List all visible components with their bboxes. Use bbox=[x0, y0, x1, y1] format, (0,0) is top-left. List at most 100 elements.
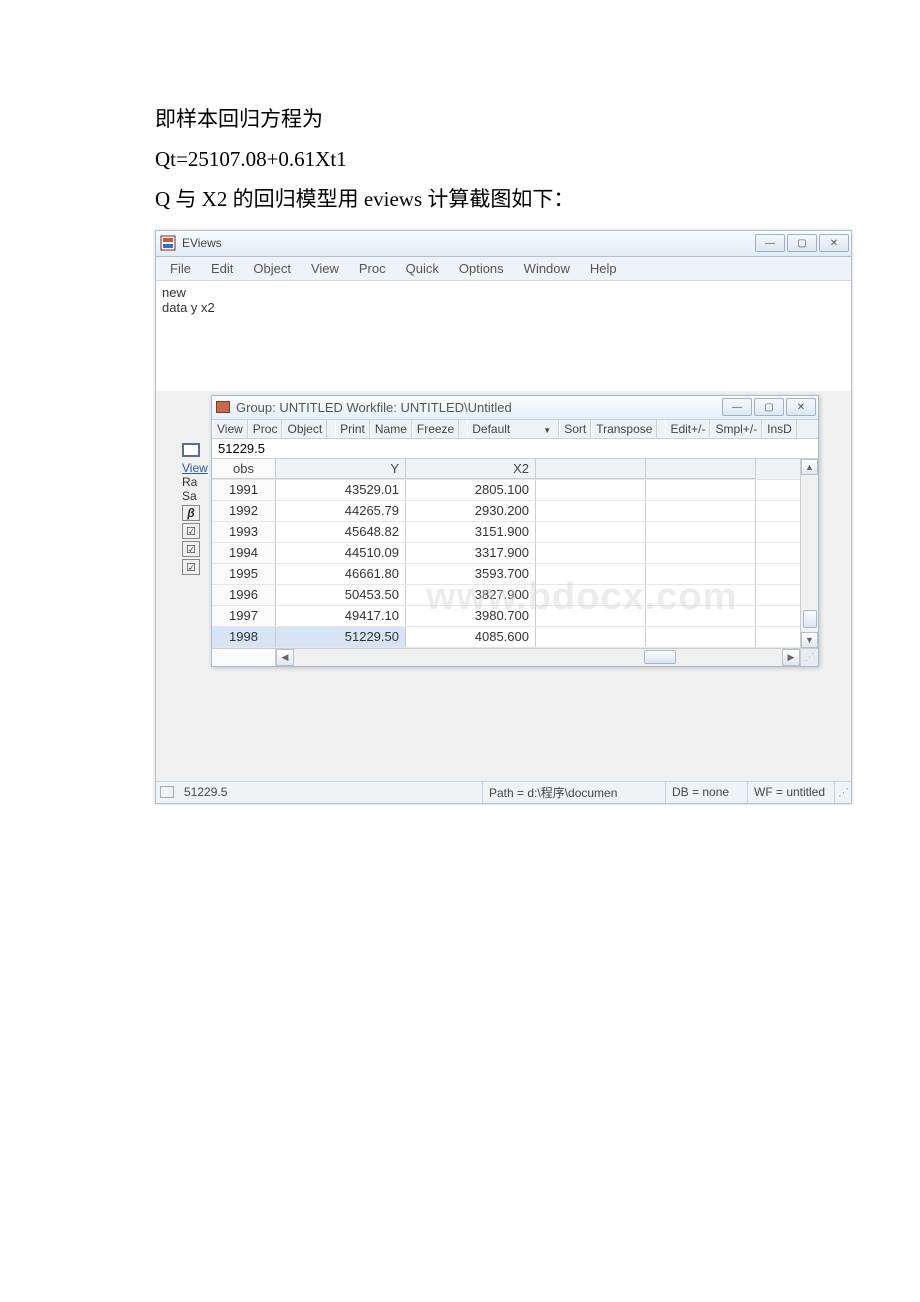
command-area[interactable]: new data y x2 bbox=[156, 281, 851, 391]
group-view-button[interactable]: View bbox=[212, 420, 248, 438]
cell-empty[interactable] bbox=[536, 480, 646, 500]
menu-object[interactable]: Object bbox=[243, 259, 301, 278]
group-close-button[interactable]: ✕ bbox=[786, 398, 816, 416]
table-row[interactable]: 199143529.012805.100 bbox=[212, 480, 800, 501]
cell-obs[interactable]: 1995 bbox=[212, 564, 276, 584]
group-transpose-button[interactable]: Transpose bbox=[591, 420, 657, 438]
cell-x2[interactable]: 4085.600 bbox=[406, 627, 536, 647]
header-obs[interactable]: obs bbox=[212, 459, 276, 479]
resize-grip-icon[interactable]: ⋰ bbox=[800, 649, 818, 666]
cell-y[interactable]: 44510.09 bbox=[276, 543, 406, 563]
spreadsheet[interactable]: obs Y X2 199143529.012805.100199244265.7… bbox=[212, 459, 800, 648]
group-name-button[interactable]: Name bbox=[370, 420, 412, 438]
cell-y[interactable]: 43529.01 bbox=[276, 480, 406, 500]
group-titlebar[interactable]: Group: UNTITLED Workfile: UNTITLED\Untit… bbox=[212, 396, 818, 420]
cell-empty[interactable] bbox=[646, 627, 756, 647]
cell-empty[interactable] bbox=[646, 480, 756, 500]
cell-empty[interactable] bbox=[536, 564, 646, 584]
bg-view-link[interactable]: View bbox=[182, 461, 208, 475]
eviews-main-window: EViews ― ▢ ✕ File Edit Object View Proc … bbox=[155, 230, 852, 804]
horizontal-scrollbar[interactable]: ◀ ▶ ⋰ bbox=[212, 648, 818, 666]
main-titlebar[interactable]: EViews ― ▢ ✕ bbox=[156, 231, 851, 257]
group-edit-toggle-button[interactable]: Edit+/- bbox=[665, 420, 710, 438]
main-minimize-button[interactable]: ― bbox=[755, 234, 785, 252]
main-maximize-button[interactable]: ▢ bbox=[787, 234, 817, 252]
main-close-button[interactable]: ✕ bbox=[819, 234, 849, 252]
cell-empty[interactable] bbox=[646, 501, 756, 521]
cell-empty[interactable] bbox=[646, 585, 756, 605]
cell-empty[interactable] bbox=[646, 606, 756, 626]
cell-obs[interactable]: 1997 bbox=[212, 606, 276, 626]
cell-empty[interactable] bbox=[646, 564, 756, 584]
cell-obs[interactable]: 1991 bbox=[212, 480, 276, 500]
table-row[interactable]: 199444510.093317.900 bbox=[212, 543, 800, 564]
cell-x2[interactable]: 3317.900 bbox=[406, 543, 536, 563]
cell-obs[interactable]: 1998 bbox=[212, 627, 276, 647]
menu-view[interactable]: View bbox=[301, 259, 349, 278]
cell-y[interactable]: 49417.10 bbox=[276, 606, 406, 626]
scroll-up-icon[interactable]: ▲ bbox=[801, 459, 818, 475]
table-row[interactable]: 199244265.792930.200 bbox=[212, 501, 800, 522]
table-row[interactable]: 199650453.503827.900 bbox=[212, 585, 800, 606]
cell-y[interactable]: 51229.50 bbox=[276, 627, 406, 647]
workfile-icon[interactable] bbox=[182, 443, 200, 457]
cell-y[interactable]: 50453.50 bbox=[276, 585, 406, 605]
cell-empty[interactable] bbox=[536, 543, 646, 563]
cell-empty[interactable] bbox=[536, 606, 646, 626]
cell-y[interactable]: 45648.82 bbox=[276, 522, 406, 542]
cell-empty[interactable] bbox=[536, 585, 646, 605]
group-insdel-button[interactable]: InsD bbox=[762, 420, 797, 438]
group-print-button[interactable]: Print bbox=[335, 420, 370, 438]
scroll-left-icon[interactable]: ◀ bbox=[276, 649, 294, 666]
menu-quick[interactable]: Quick bbox=[396, 259, 449, 278]
header-y[interactable]: Y bbox=[276, 459, 406, 479]
group-object-button[interactable]: Object bbox=[282, 420, 327, 438]
group-default-dropdown[interactable]: Default▼ bbox=[467, 420, 559, 438]
table-row[interactable]: 199345648.823151.900 bbox=[212, 522, 800, 543]
menu-help[interactable]: Help bbox=[580, 259, 627, 278]
cell-y[interactable]: 46661.80 bbox=[276, 564, 406, 584]
cell-obs[interactable]: 1992 bbox=[212, 501, 276, 521]
cell-x2[interactable]: 3827.900 bbox=[406, 585, 536, 605]
cell-empty[interactable] bbox=[646, 543, 756, 563]
cell-obs[interactable]: 1993 bbox=[212, 522, 276, 542]
scroll-right-icon[interactable]: ▶ bbox=[782, 649, 800, 666]
group-smpl-toggle-button[interactable]: Smpl+/- bbox=[710, 420, 762, 438]
hscroll-thumb[interactable] bbox=[644, 650, 676, 664]
series-icon-3[interactable]: ☑ bbox=[182, 559, 200, 575]
group-minimize-button[interactable]: ― bbox=[722, 398, 752, 416]
cell-empty[interactable] bbox=[536, 501, 646, 521]
group-maximize-button[interactable]: ▢ bbox=[754, 398, 784, 416]
table-row[interactable]: 199546661.803593.700 bbox=[212, 564, 800, 585]
main-resize-grip-icon[interactable]: ⋰ bbox=[835, 786, 851, 799]
series-icon-1[interactable]: ☑ bbox=[182, 523, 200, 539]
series-icon-2[interactable]: ☑ bbox=[182, 541, 200, 557]
cell-empty[interactable] bbox=[646, 522, 756, 542]
table-row[interactable]: 199749417.103980.700 bbox=[212, 606, 800, 627]
cell-obs[interactable]: 1996 bbox=[212, 585, 276, 605]
cell-edit-field[interactable]: 51229.5 bbox=[212, 439, 818, 459]
cell-empty[interactable] bbox=[536, 627, 646, 647]
cell-x2[interactable]: 2805.100 bbox=[406, 480, 536, 500]
menu-window[interactable]: Window bbox=[514, 259, 580, 278]
cell-x2[interactable]: 3151.900 bbox=[406, 522, 536, 542]
group-sort-button[interactable]: Sort bbox=[559, 420, 591, 438]
cell-empty[interactable] bbox=[536, 522, 646, 542]
group-freeze-button[interactable]: Freeze bbox=[412, 420, 459, 438]
cell-x2[interactable]: 3593.700 bbox=[406, 564, 536, 584]
cell-obs[interactable]: 1994 bbox=[212, 543, 276, 563]
vscroll-thumb[interactable] bbox=[803, 610, 817, 628]
group-proc-button[interactable]: Proc bbox=[248, 420, 283, 438]
menu-proc[interactable]: Proc bbox=[349, 259, 396, 278]
scroll-down-icon[interactable]: ▼ bbox=[801, 632, 818, 648]
beta-icon[interactable]: β bbox=[182, 505, 200, 521]
table-row[interactable]: 199851229.504085.600 bbox=[212, 627, 800, 648]
menu-options[interactable]: Options bbox=[449, 259, 514, 278]
menu-file[interactable]: File bbox=[160, 259, 201, 278]
cell-x2[interactable]: 3980.700 bbox=[406, 606, 536, 626]
cell-y[interactable]: 44265.79 bbox=[276, 501, 406, 521]
cell-x2[interactable]: 2930.200 bbox=[406, 501, 536, 521]
header-x2[interactable]: X2 bbox=[406, 459, 536, 479]
menu-edit[interactable]: Edit bbox=[201, 259, 243, 278]
vertical-scrollbar[interactable]: ▲ ▼ bbox=[800, 459, 818, 648]
